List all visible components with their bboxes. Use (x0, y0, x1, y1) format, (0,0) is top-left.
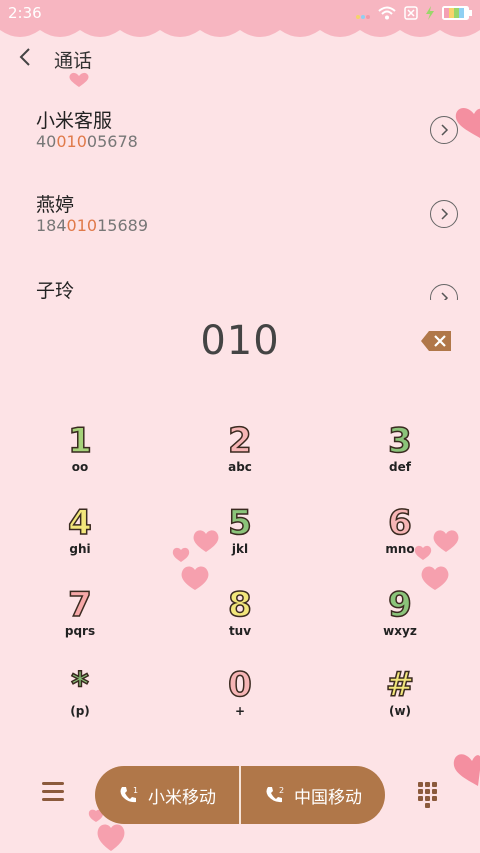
dial-key-digit: 7 (67, 585, 92, 625)
dial-key-digit: 8 (227, 585, 252, 625)
dial-key-letters: mno (385, 542, 415, 556)
contact-number: 18401015689 (36, 216, 148, 235)
dial-key-letters: ghi (69, 542, 91, 556)
chevron-right-icon (441, 124, 449, 136)
dial-key-letters: oo (71, 460, 89, 474)
call-sim1-button[interactable]: 1 小米移动 (95, 766, 239, 824)
dial-key[interactable]: 1 oo (20, 421, 140, 494)
dial-key-letters: abc (228, 460, 252, 474)
dial-key-digit: 1 (67, 421, 92, 461)
dial-key[interactable]: # (w) (340, 665, 460, 738)
heart-decoration-icon (433, 530, 459, 552)
contact-name: 燕婷 (36, 194, 75, 216)
heart-decoration-icon (181, 566, 209, 590)
contact-number: 4001005678 (36, 132, 138, 151)
sim2-label: 中国移动 (294, 787, 362, 808)
dial-key-letters: def (389, 460, 411, 474)
dial-key-digit: 0 (227, 665, 252, 705)
dial-key-digit: 5 (227, 503, 252, 543)
dial-key-digit: 3 (387, 421, 412, 461)
dial-key[interactable]: * (p) (20, 665, 140, 738)
contact-detail-button[interactable] (430, 200, 458, 228)
chevron-right-icon (441, 208, 449, 220)
phone-sim2-icon: 2 (266, 786, 284, 803)
contact-detail-button[interactable] (430, 116, 458, 144)
dial-key-digit: 2 (227, 421, 252, 461)
dial-key-digit: 4 (67, 503, 92, 543)
contact-name: 子玲 (36, 280, 75, 300)
heart-decoration-icon (193, 530, 219, 552)
dial-key[interactable]: 4 ghi (20, 503, 140, 576)
dial-key-digit: 6 (387, 503, 412, 543)
dial-key-digit: # (385, 665, 415, 705)
svg-text:1: 1 (133, 786, 138, 795)
svg-text:2: 2 (279, 786, 284, 795)
heart-decoration-icon (69, 72, 89, 87)
contact-name: 小米客服 (36, 110, 113, 132)
back-icon[interactable] (18, 46, 32, 74)
dial-key-letters: pqrs (64, 624, 96, 638)
dial-key-letters: (w) (388, 704, 412, 718)
bottom-bar: 1 小米移动 2 中国移动 (0, 766, 480, 826)
dial-key-letters: wxyz (383, 624, 417, 638)
backspace-icon (421, 331, 451, 351)
backspace-button[interactable] (420, 330, 452, 356)
call-button-group: 1 小米移动 2 中国移动 (95, 766, 385, 824)
status-time: 2:36 (8, 4, 42, 22)
heart-decoration-icon (97, 824, 125, 851)
dial-key[interactable]: 7 pqrs (20, 585, 140, 658)
heart-decoration-icon (172, 547, 190, 562)
dial-key-letters: (p) (70, 704, 90, 718)
contact-item[interactable]: 小米客服 4001005678 (0, 106, 480, 190)
phone-sim1-icon: 1 (120, 786, 138, 803)
dial-key[interactable]: 9 wxyz (340, 585, 460, 658)
chevron-right-icon (441, 292, 449, 300)
contact-item[interactable]: 子玲 (0, 274, 480, 300)
dial-key-letters: + (234, 704, 246, 718)
dial-key[interactable]: 0 + (180, 665, 300, 738)
sim1-label: 小米移动 (148, 787, 216, 808)
dial-key-digit: * (70, 665, 89, 705)
dial-key-letters: jkl (231, 542, 249, 556)
heart-decoration-icon (421, 566, 449, 590)
dial-input[interactable]: 010 (0, 318, 480, 364)
keypad-toggle-icon[interactable] (418, 782, 438, 812)
heart-decoration-icon (414, 545, 432, 560)
dial-key[interactable]: 2 abc (180, 421, 300, 494)
dial-key-letters: tuv (228, 624, 252, 638)
call-sim2-button[interactable]: 2 中国移动 (241, 766, 385, 824)
menu-icon[interactable] (42, 782, 64, 806)
page-title: 通话 (54, 50, 93, 72)
contact-detail-button[interactable] (430, 284, 458, 300)
contact-item[interactable]: 燕婷 18401015689 (0, 190, 480, 274)
dial-key-digit: 9 (387, 585, 412, 625)
dial-key[interactable]: 3 def (340, 421, 460, 494)
dial-key[interactable]: 8 tuv (180, 585, 300, 658)
